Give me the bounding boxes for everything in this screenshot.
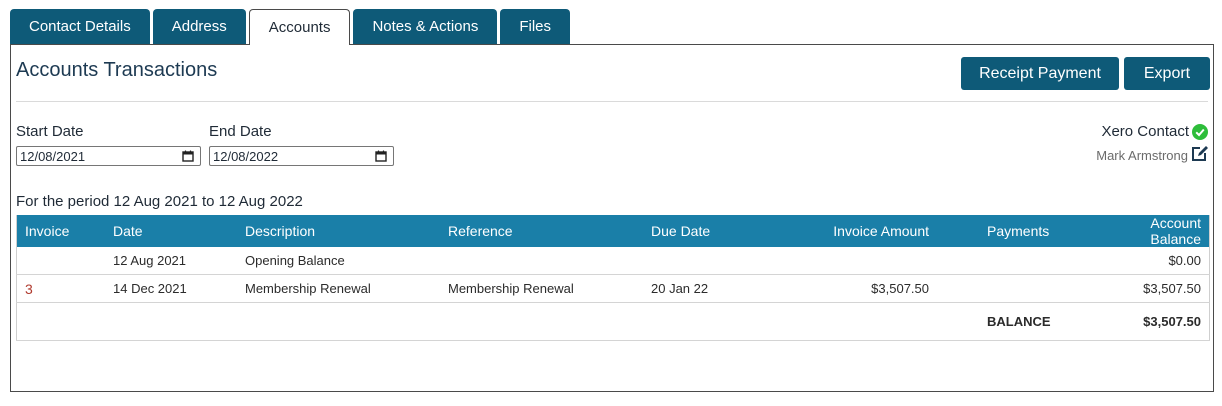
cell-reference: Membership Renewal: [440, 274, 643, 303]
col-invoice: Invoice: [16, 215, 105, 247]
table-header-row: Invoice Date Description Reference Due D…: [16, 215, 1210, 247]
tab-notes-actions[interactable]: Notes & Actions: [353, 9, 498, 44]
tab-files[interactable]: Files: [500, 9, 571, 44]
col-due-date: Due Date: [643, 215, 751, 247]
receipt-payment-button[interactable]: Receipt Payment: [961, 57, 1119, 90]
cell-account-balance: $0.00: [1117, 247, 1210, 275]
col-account-balance: Account Balance: [1117, 215, 1210, 247]
start-date-input[interactable]: 12/08/2021: [16, 146, 201, 166]
tab-address[interactable]: Address: [152, 9, 246, 44]
col-description: Description: [237, 215, 440, 247]
tab-accounts[interactable]: Accounts: [248, 9, 351, 45]
cell-account-balance: $3,507.50: [1117, 274, 1210, 303]
cell-due-date: [643, 247, 751, 275]
tab-contact-details[interactable]: Contact Details: [10, 9, 150, 44]
table-row: 12 Aug 2021 Opening Balance $0.00: [16, 247, 1210, 275]
xero-contact-name: Mark Armstrong: [1096, 148, 1188, 163]
cell-description: Opening Balance: [237, 247, 440, 275]
export-button[interactable]: Export: [1124, 57, 1210, 90]
table-row: 3 14 Dec 2021 Membership Renewal Members…: [16, 274, 1210, 303]
end-date-label: End Date: [209, 123, 272, 140]
cell-description: Membership Renewal: [237, 274, 440, 303]
invoice-link[interactable]: 3: [25, 281, 33, 297]
tab-bar: Contact Details Address Accounts Notes &…: [10, 9, 571, 45]
calendar-icon[interactable]: [375, 150, 387, 162]
cell-payments: [937, 274, 1117, 303]
cell-date: 12 Aug 2021: [105, 247, 237, 275]
col-payments: Payments: [937, 215, 1117, 247]
check-circle-icon: [1192, 124, 1208, 140]
col-reference: Reference: [440, 215, 643, 247]
cell-invoice: [16, 247, 105, 275]
start-date-label: Start Date: [16, 123, 84, 140]
page-title: Accounts Transactions: [16, 59, 218, 81]
cell-due-date: 20 Jan 22: [643, 274, 751, 303]
cell-reference: [440, 247, 643, 275]
cell-payments: [937, 247, 1117, 275]
col-invoice-amount: Invoice Amount: [751, 215, 937, 247]
transactions-table: Invoice Date Description Reference Due D…: [16, 215, 1210, 341]
cell-invoice: 3: [16, 274, 105, 303]
calendar-icon[interactable]: [182, 150, 194, 162]
end-date-value: 12/08/2022: [213, 148, 279, 164]
balance-label: BALANCE: [937, 302, 1117, 341]
balance-value: $3,507.50: [1117, 302, 1210, 341]
accounts-panel: Accounts Transactions Receipt Payment Ex…: [10, 44, 1214, 392]
cell-invoice-amount: $3,507.50: [751, 274, 937, 303]
cell-invoice-amount: [751, 247, 937, 275]
table-total-row: BALANCE $3,507.50: [16, 302, 1210, 341]
start-date-value: 12/08/2021: [20, 148, 86, 164]
header-divider: [16, 101, 1208, 102]
col-date: Date: [105, 215, 237, 247]
xero-contact-label: Xero Contact: [1101, 123, 1189, 140]
end-date-input[interactable]: 12/08/2022: [209, 146, 394, 166]
cell-date: 14 Dec 2021: [105, 274, 237, 303]
period-summary: For the period 12 Aug 2021 to 12 Aug 202…: [16, 193, 303, 210]
edit-icon[interactable]: [1191, 145, 1209, 162]
